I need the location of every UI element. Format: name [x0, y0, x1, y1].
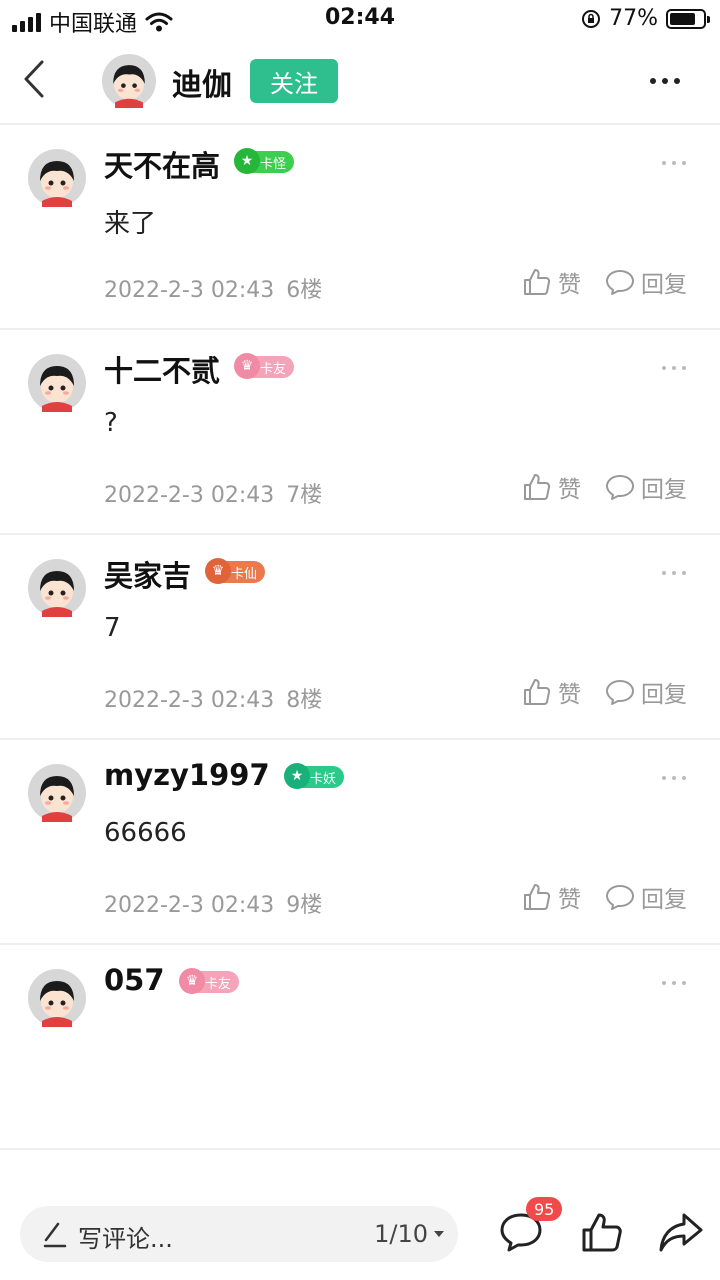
floor-number: 8楼 [286, 688, 323, 713]
avatar[interactable] [102, 54, 156, 108]
nav-bar: 迪伽 关注 [0, 40, 720, 122]
avatar[interactable] [28, 764, 86, 822]
reply-bubble-icon [606, 475, 634, 500]
back-button[interactable] [14, 56, 54, 102]
reply-label: 回复 [641, 272, 687, 298]
like-button[interactable]: 赞 [522, 880, 581, 914]
commenter-name[interactable]: 吴家吉 [104, 553, 191, 595]
comment-more-button[interactable] [662, 161, 686, 165]
page-indicator: 1/10 [374, 1220, 428, 1248]
bottom-bar: 写评论... 1/10 95 [0, 1190, 720, 1280]
comment-date: 2022-2-3 02:43 [104, 893, 275, 918]
comment-text: 来了 [104, 209, 157, 239]
badge-icon: ★ [234, 148, 260, 174]
comment-meta: 2022-2-3 02:43 8楼 [104, 682, 322, 714]
badge-icon: ♛ [205, 558, 231, 584]
page-selector[interactable]: 1/10 [374, 1220, 444, 1248]
reply-button[interactable]: 回复 [605, 675, 687, 709]
avatar[interactable] [28, 969, 86, 1027]
battery-percent: 77% [609, 6, 658, 31]
reply-label: 回复 [641, 477, 687, 503]
like-label: 赞 [558, 887, 581, 913]
commenter-name[interactable]: 十二不贰 [104, 348, 220, 390]
comment-item[interactable]: 天不在高 ★ 卡怪来了 2022-2-3 02:43 6楼 赞 回复 [0, 125, 720, 330]
comment-meta: 2022-2-3 02:43 6楼 [104, 272, 322, 304]
comment-placeholder: 写评论... [78, 1225, 173, 1253]
like-button[interactable]: 赞 [522, 470, 581, 504]
comment-more-button[interactable] [662, 981, 686, 985]
commenter-name[interactable]: myzy1997 [104, 758, 270, 792]
thumbs-up-icon [524, 474, 551, 500]
badge-label: 卡友 [260, 361, 287, 377]
comment-meta: 2022-2-3 02:43 7楼 [104, 477, 322, 509]
level-badge: ♛ 卡友 [234, 353, 295, 379]
floor-number: 7楼 [286, 483, 323, 508]
reply-button[interactable]: 回复 [605, 880, 687, 914]
badge-label: 卡友 [205, 976, 232, 992]
thumbs-up-icon [524, 269, 551, 295]
comment-date: 2022-2-3 02:43 [104, 688, 275, 713]
battery-icon [666, 8, 710, 29]
level-badge: ♛ 卡友 [179, 968, 240, 994]
like-label: 赞 [558, 477, 581, 503]
comment-more-button[interactable] [662, 366, 686, 370]
follow-button[interactable]: 关注 [250, 59, 338, 103]
reply-button[interactable]: 回复 [605, 470, 687, 504]
comment-feed[interactable]: 神奇少年★卡怪12022-2-3 02:435楼赞回复 天不在高★卡怪来了202… [0, 40, 720, 1190]
comment-text: 66666 [104, 818, 187, 848]
comment-text: 7 [104, 613, 121, 643]
badge-icon: ★ [284, 763, 310, 789]
commenter-name[interactable]: 天不在高 [104, 143, 220, 185]
comment-more-button[interactable] [662, 776, 686, 780]
like-button[interactable]: 赞 [522, 265, 581, 299]
reply-bubble-icon [606, 270, 634, 295]
reply-label: 回复 [641, 682, 687, 708]
like-button[interactable]: 赞 [522, 675, 581, 709]
level-badge: ♛ 卡仙 [205, 558, 266, 584]
comment-item[interactable]: myzy1997 ★ 卡妖 66666 2022-2-3 02:43 9楼 赞 回复 [0, 740, 720, 945]
badge-icon: ♛ [179, 968, 205, 994]
avatar[interactable] [28, 559, 86, 617]
thumbs-up-icon [524, 884, 551, 910]
comment-item[interactable]: 吴家吉 ♛ 卡仙 7 2022-2-3 02:43 8楼 赞 回复 [0, 535, 720, 740]
like-label: 赞 [558, 682, 581, 708]
reply-bubble-icon [606, 885, 634, 910]
comment-date: 2022-2-3 02:43 [104, 278, 275, 303]
badge-label: 卡怪 [260, 156, 287, 172]
share-icon[interactable] [658, 1210, 704, 1254]
more-options-button[interactable] [650, 78, 680, 84]
floor-number: 9楼 [286, 893, 323, 918]
badge-icon: ♛ [234, 353, 260, 379]
floor-number: 6楼 [286, 278, 323, 303]
comment-count-badge: 95 [526, 1197, 563, 1221]
badge-label: 卡妖 [310, 771, 337, 787]
thumbs-up-icon [524, 679, 551, 705]
caret-down-icon [434, 1231, 444, 1237]
pen-icon [43, 1222, 67, 1248]
badge-label: 卡仙 [231, 566, 258, 582]
reply-label: 回复 [641, 887, 687, 913]
like-label: 赞 [558, 272, 581, 298]
comment-meta: 2022-2-3 02:43 9楼 [104, 887, 322, 919]
reply-button[interactable]: 回复 [605, 265, 687, 299]
level-badge: ★ 卡怪 [234, 148, 295, 174]
commenter-name[interactable]: 057 [104, 963, 165, 997]
like-icon[interactable] [580, 1210, 626, 1254]
reply-bubble-icon [606, 680, 634, 705]
status-bar: 中国联通 02:44 77% [0, 0, 720, 40]
avatar[interactable] [28, 149, 86, 207]
rotation-lock-icon [582, 9, 601, 28]
comment-input[interactable]: 写评论... 1/10 [20, 1206, 458, 1262]
comment-more-button[interactable] [662, 571, 686, 575]
level-badge: ★ 卡妖 [284, 763, 345, 789]
author-name[interactable]: 迪伽 [172, 60, 232, 104]
comment-item[interactable]: 十二不贰 ♛ 卡友? 2022-2-3 02:43 7楼 赞 回复 [0, 330, 720, 535]
comment-text: ? [104, 408, 118, 438]
comment-item[interactable]: 057 ♛ 卡友 [0, 945, 720, 1150]
avatar[interactable] [28, 354, 86, 412]
comment-date: 2022-2-3 02:43 [104, 483, 275, 508]
